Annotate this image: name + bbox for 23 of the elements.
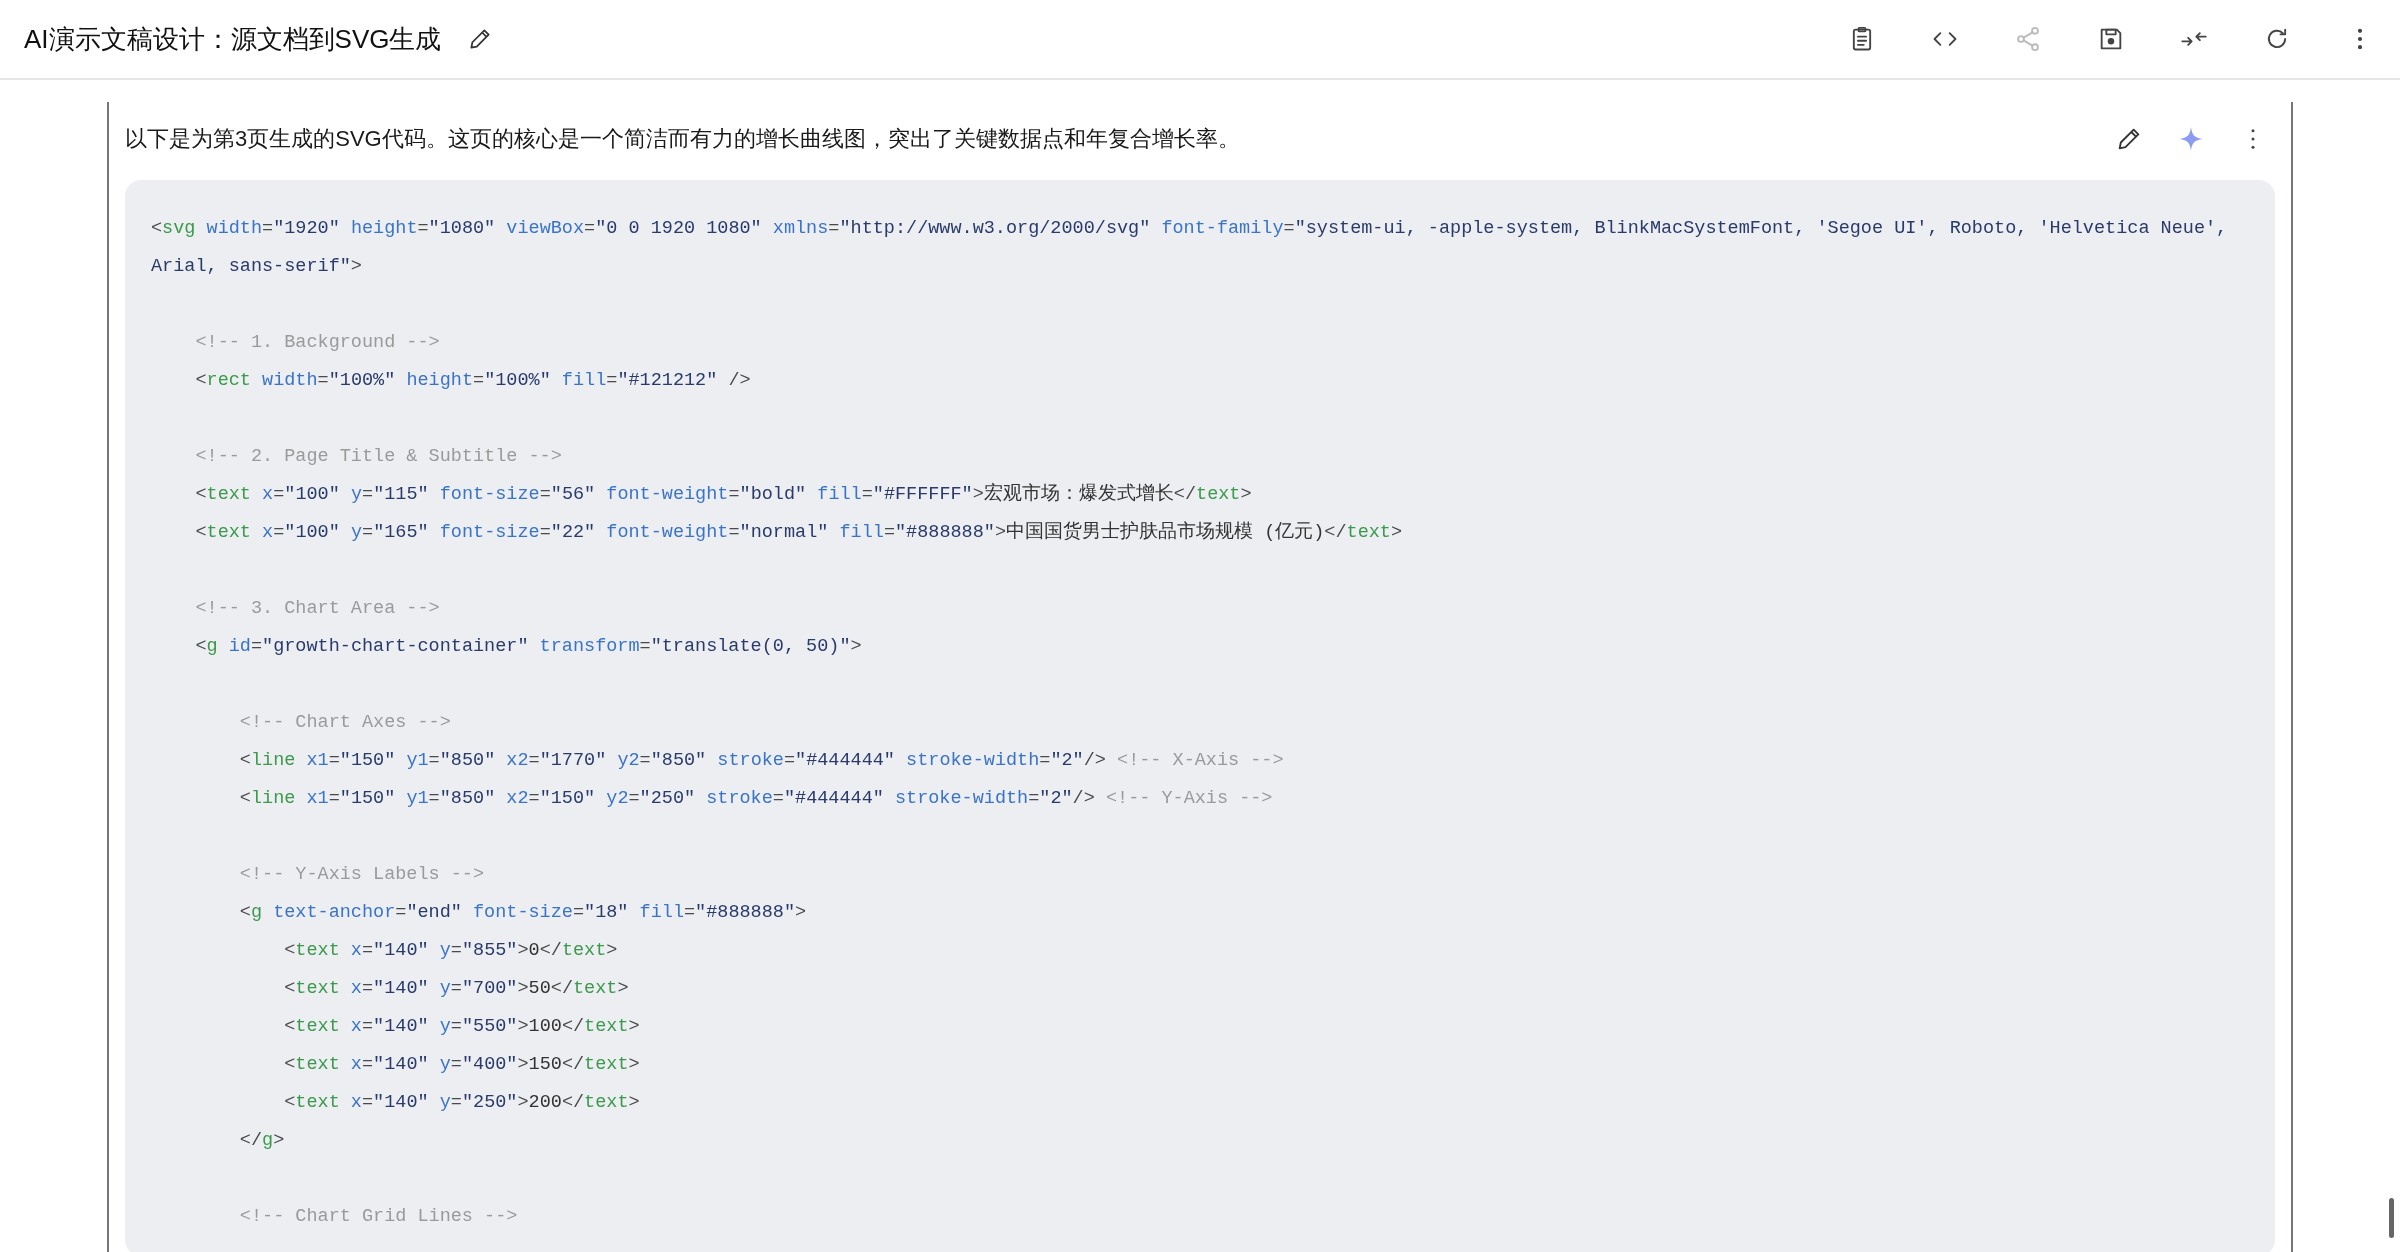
code-line: <text x="140" y="855">0</text> (283, 939, 619, 963)
code-line: <text x="140" y="550">100</text> (283, 1015, 641, 1039)
code-line: <svg width="1920" height="1080" viewBox="0 0 1920 1080" xmlns="http://www.w3.org/2000/svg" font-family="system-ui, -apple-system, BlinkMacSystemFont, 'Segoe UI', Roboto, 'Helvetica Neue', Arial, sans-serif"> (151, 217, 2229, 279)
code-line: <!-- Chart Axes --> (238, 711, 452, 735)
code-line: <text x="140" y="400">150</text> (283, 1053, 641, 1077)
code-line: <rect width="100%" height="100%" fill="#121212" /> (194, 369, 752, 393)
message-text: 以下是为第3页生成的SVG代码。这页的核心是一个简洁而有力的增长曲线图，突出了关键数据点和年复合增长率。 (125, 125, 1240, 153)
code-line: <text x="100" y="165" font-size="22" font-weight="normal" fill="#888888">中国国货男士护肤品市场规模 (亿元)</text> (194, 520, 1404, 545)
code-line: </g> (238, 1129, 286, 1153)
code-line: <!-- 1. Background --> (194, 331, 441, 355)
code-line: <text x="100" y="115" font-size="56" font-weight="bold" fill="#FFFFFF">宏观市场：爆发式增长</text> (194, 482, 1253, 507)
code-line: <!-- Chart Grid Lines --> (238, 1205, 519, 1229)
code-line: <g id="growth-chart-container" transform="translate(0, 50)"> (194, 635, 863, 659)
code-line: <!-- Y-Axis Labels --> (238, 863, 486, 887)
code-line: <line x1="150" y1="850" x2="150" y2="250" stroke="#444444" stroke-width="2"/> <!-- Y-Axis --> (238, 787, 1274, 811)
scrollbar-thumb[interactable] (2389, 1198, 2394, 1238)
code-line: <text x="140" y="250">200</text> (283, 1091, 641, 1115)
code-line: <!-- 3. Chart Area --> (194, 597, 441, 621)
document-title: AI演示文稿设计：源文档到SVG生成 (24, 22, 442, 56)
code-line: <g text-anchor="end" font-size="18" fill="#888888"> (238, 901, 808, 925)
code-line: <!-- 2. Page Title & Subtitle --> (194, 445, 563, 469)
code-line: <text x="140" y="700">50</text> (283, 977, 630, 1001)
code-line: <line x1="150" y1="850" x2="1770" y2="850" stroke="#444444" stroke-width="2"/> <!-- X-Axis --> (238, 749, 1285, 773)
